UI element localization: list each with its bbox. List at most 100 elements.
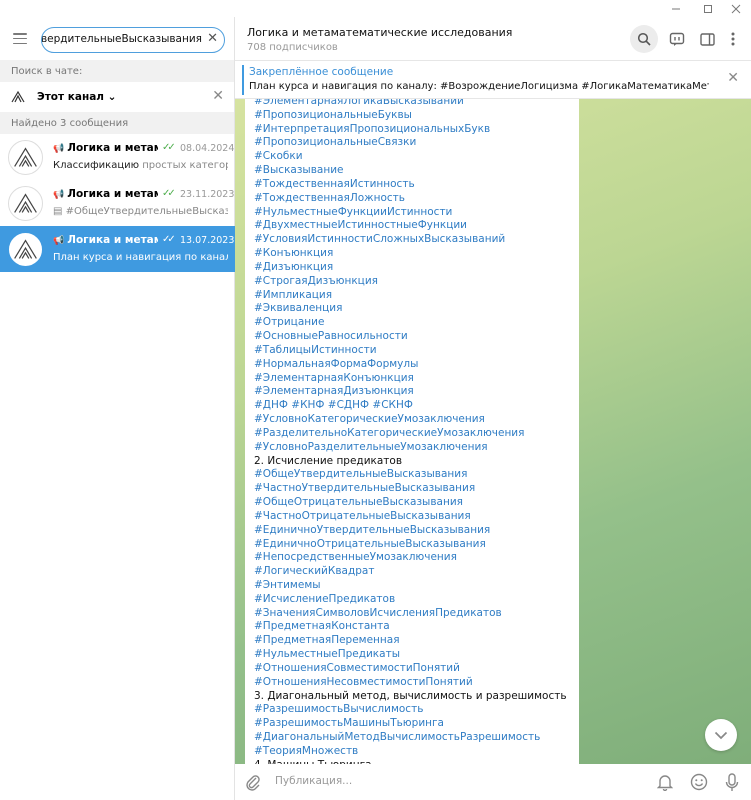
megaphone-icon: 📢 <box>53 236 65 246</box>
hashtag-link[interactable]: #ОбщеОтрицательныеВысказывания <box>254 496 570 510</box>
search-input-value[interactable]: УтвердительныеВысказывания <box>42 33 202 45</box>
pinned-message-bar[interactable]: Закреплённое сообщение План курса и нави… <box>235 61 751 99</box>
hashtag-link[interactable]: #ДвухместныеИстинностныеФункции <box>254 219 570 233</box>
hashtag-link[interactable]: #Дизъюнкция <box>254 261 570 275</box>
hashtag-link[interactable]: #ЭлементарнаяДизъюнкция <box>254 385 570 399</box>
document-icon: ▤ <box>53 206 66 217</box>
hashtag-link[interactable]: #ЧастноУтвердительныеВысказывания <box>254 482 570 496</box>
found-count-label: Найдено 3 сообщения <box>0 112 234 134</box>
chevron-down-icon: ⌄ <box>107 91 117 103</box>
section-heading: 3. Диагональный метод, вычислимость и ра… <box>254 689 567 702</box>
search-scope-label[interactable]: Этот канал ⌄ <box>37 91 116 103</box>
hashtag-link[interactable]: #ПропозициональныеСвязки <box>254 136 570 150</box>
hashtag-link[interactable]: #ПредметнаяКонстанта <box>254 620 570 634</box>
channel-logo-icon <box>11 91 25 103</box>
message-composer[interactable]: Публикация... <box>235 764 751 800</box>
channel-avatar <box>8 232 43 267</box>
pinned-label: Закреплённое сообщение <box>249 66 394 78</box>
hashtag-link[interactable]: #Скобки <box>254 150 570 164</box>
channel-avatar <box>8 186 43 221</box>
hashtag-link[interactable]: #ОтношенияНесовместимостиПонятий <box>254 676 570 690</box>
hashtag-link[interactable]: #ТаблицыИстинности <box>254 344 570 358</box>
hashtag-link[interactable]: #ЭлементарнаяЛогикаВысказываний <box>254 99 570 109</box>
sidebar-toggle-icon[interactable] <box>693 25 721 53</box>
menu-icon[interactable] <box>13 33 27 45</box>
chat-panel: Логика и метаматематические исследования… <box>235 17 751 800</box>
hashtag-link[interactable]: #Высказывание <box>254 164 570 178</box>
close-pinned-icon[interactable]: ✕ <box>727 70 739 86</box>
hashtag-link[interactable]: #ЧастноОтрицательныеВысказывания <box>254 510 570 524</box>
hashtag-link[interactable]: #Энтимемы <box>254 579 570 593</box>
chat-background: #ЭлементарнаяЛогикаВысказываний #Пропозиц… <box>235 99 751 764</box>
hashtag-link[interactable]: #Эквиваленция <box>254 302 570 316</box>
search-icon[interactable] <box>630 25 658 53</box>
section-heading: 2. Исчисление предикатов <box>254 454 403 467</box>
pinned-indicator <box>242 65 244 95</box>
search-result-item-selected[interactable]: 📢Логика и метаматематические исследовани… <box>0 226 235 272</box>
hashtag-link[interactable]: #Конъюнкция <box>254 247 570 261</box>
hashtag-link[interactable]: #ПропозициональныеБуквы <box>254 109 570 123</box>
hashtag-link[interactable]: #ТождественнаяИстинность <box>254 178 570 192</box>
hashtag-link[interactable]: #Импликация <box>254 289 570 303</box>
chevron-down-icon <box>714 731 728 739</box>
maximize-icon[interactable] <box>693 0 723 17</box>
hashtag-link[interactable]: #ПредметнаяПеременная <box>254 634 570 648</box>
hashtag-link[interactable]: #УсловияИстинностиСложныхВысказываний <box>254 233 570 247</box>
live-stream-icon[interactable] <box>663 25 691 53</box>
minimize-icon[interactable] <box>661 0 691 17</box>
hashtag-link[interactable]: #УсловноКатегорическиеУмозаключения <box>254 413 570 427</box>
search-result-item[interactable]: 📢Логика и метаматематические исследовани… <box>0 134 235 180</box>
hashtag-link[interactable]: #ЕдиничноУтвердительныеВысказывания <box>254 524 570 538</box>
hashtag-link[interactable]: #ОсновныеРавносильности <box>254 330 570 344</box>
emoji-icon[interactable] <box>690 773 708 791</box>
result-snippet: План курса и навигация по каналу: #Возро… <box>53 252 228 263</box>
window-title-bar <box>0 0 751 17</box>
hashtag-link[interactable]: #ЭлементарнаяКонъюнкция <box>254 372 570 386</box>
close-scope-icon[interactable]: ✕ <box>212 88 224 104</box>
hashtag-link[interactable]: #ИнтерпретацияПропозициональныхБукв <box>254 123 570 137</box>
hashtag-link[interactable]: #ОтношенияСовместимостиПонятий <box>254 662 570 676</box>
search-result-item[interactable]: 📢Логика и метаматематические исследовани… <box>0 180 235 226</box>
search-scope-row[interactable]: Этот канал ⌄ ✕ <box>0 82 234 112</box>
hashtag-link[interactable]: #РазрешимостьВычислимость <box>254 703 570 717</box>
hashtag-link[interactable]: #ЕдиничноОтрицательныеВысказывания <box>254 538 570 552</box>
hashtag-link[interactable]: #НульместныеПредикаты <box>254 648 570 662</box>
result-title: 📢Логика и метаматематические исследовани… <box>53 142 158 154</box>
search-input[interactable]: УтвердительныеВысказывания ✕ <box>41 27 225 53</box>
hashtag-link[interactable]: #ОбщеУтвердительныеВысказывания <box>254 468 570 482</box>
double-check-icon: ✓✓ <box>162 142 176 153</box>
result-date: 08.04.2024 <box>180 143 235 154</box>
hashtag-link[interactable]: #ТеорияМножеств <box>254 745 570 759</box>
hashtag-link[interactable]: #УсловноРазделительныеУмозаключения <box>254 441 570 455</box>
hashtag-link[interactable]: #НульместныеФункцииИстинности <box>254 206 570 220</box>
hashtag-link[interactable]: #РазрешимостьМашиныТьюринга <box>254 717 570 731</box>
hashtag-link[interactable]: #ЗначенияСимволовИсчисленияПредикатов <box>254 607 570 621</box>
chat-title[interactable]: Логика и метаматематические исследования <box>247 26 512 39</box>
microphone-icon[interactable] <box>725 773 739 792</box>
sidebar: УтвердительныеВысказывания ✕ Поиск в чат… <box>0 17 235 800</box>
hashtag-link[interactable]: #ТождественнаяЛожность <box>254 192 570 206</box>
attach-icon[interactable] <box>245 773 261 791</box>
hashtag-link[interactable]: #Отрицание <box>254 316 570 330</box>
search-clear-icon[interactable]: ✕ <box>207 31 218 46</box>
notification-bell-icon[interactable] <box>657 773 673 791</box>
hashtag-link[interactable]: #ДНФ #КНФ #СДНФ #СКНФ <box>254 399 570 413</box>
result-title: 📢Логика и метаматематические исследовани… <box>53 188 158 200</box>
result-snippet: Классификацию простых категорических выс… <box>53 160 228 171</box>
hashtag-link[interactable]: #ЛогическийКвадрат <box>254 565 570 579</box>
close-icon[interactable] <box>721 0 751 17</box>
hashtag-link[interactable]: #ДиагональныйМетодВычислимостьРазрешимос… <box>254 731 570 745</box>
hashtag-link[interactable]: #СтрогаяДизъюнкция <box>254 275 570 289</box>
megaphone-icon: 📢 <box>53 190 65 200</box>
result-title: 📢Логика и метаматематические исследовани… <box>53 234 158 246</box>
more-options-icon[interactable] <box>719 25 747 53</box>
message-bubble[interactable]: #ЭлементарнаяЛогикаВысказываний #Пропозиц… <box>245 99 579 764</box>
result-date: 23.11.2023 <box>180 189 235 200</box>
hashtag-link[interactable]: #ИсчислениеПредикатов <box>254 593 570 607</box>
hashtag-link[interactable]: #НормальнаяФормаФормулы <box>254 358 570 372</box>
chat-header[interactable]: Логика и метаматематические исследования… <box>235 17 751 61</box>
scroll-down-button[interactable] <box>705 719 737 751</box>
subscriber-count: 708 подписчиков <box>247 42 338 53</box>
hashtag-link[interactable]: #РазделительноКатегорическиеУмозаключени… <box>254 427 570 441</box>
hashtag-link[interactable]: #НепосредственныеУмозаключения <box>254 551 570 565</box>
